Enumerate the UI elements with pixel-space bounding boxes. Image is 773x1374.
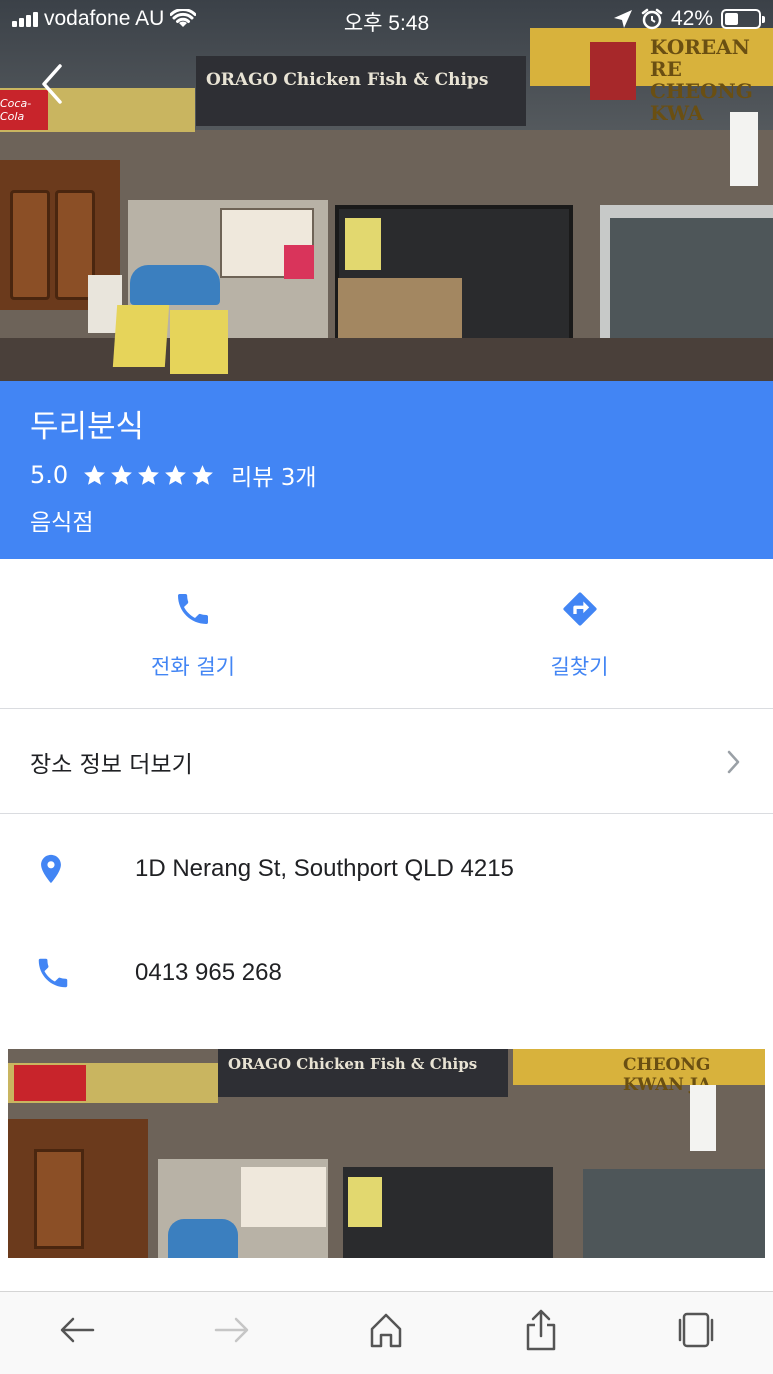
call-label: 전화 걸기 bbox=[151, 655, 235, 679]
more-info-label: 장소 정보 더보기 bbox=[30, 751, 193, 778]
shop-sign: ORAGO Chicken Fish & Chips bbox=[218, 1049, 508, 1097]
phone-row[interactable]: 0413 965 268 bbox=[0, 921, 773, 1025]
back-arrow-icon bbox=[61, 1317, 95, 1343]
battery-fill bbox=[725, 13, 739, 25]
status-right: 42% bbox=[613, 7, 765, 31]
storefront-scene: Coca-Cola ORAGO Chicken Fish & Chips KOR… bbox=[0, 0, 773, 381]
review-count[interactable]: 리뷰 3개 bbox=[231, 458, 316, 492]
lamp bbox=[690, 1085, 716, 1151]
browser-back-button[interactable] bbox=[47, 1300, 107, 1360]
back-button[interactable] bbox=[36, 60, 72, 108]
menu-poster bbox=[284, 245, 314, 279]
location-pin-icon bbox=[41, 854, 61, 884]
phone-number: 0413 965 268 bbox=[135, 959, 282, 986]
browser-forward-button[interactable] bbox=[202, 1300, 262, 1360]
rating-value: 5.0 bbox=[30, 461, 69, 489]
call-button[interactable]: 전화 걸기 bbox=[0, 559, 386, 708]
door bbox=[10, 190, 50, 300]
star-icon bbox=[165, 464, 187, 485]
browser-home-button[interactable] bbox=[356, 1300, 416, 1360]
forward-arrow-icon bbox=[214, 1317, 249, 1343]
battery-tip bbox=[762, 16, 765, 23]
rating-row[interactable]: 5.0 리뷰 3개 bbox=[30, 457, 743, 493]
directions-icon bbox=[562, 592, 597, 626]
star-icon bbox=[192, 464, 214, 485]
place-category: 음식점 bbox=[30, 510, 94, 536]
browser-toolbar bbox=[0, 1291, 773, 1374]
chevron-left-icon bbox=[42, 64, 62, 104]
place-photo-thumbnail[interactable]: ORAGO Chicken Fish & Chips CHEONG KWAN J… bbox=[8, 1049, 765, 1258]
star-icon bbox=[138, 464, 160, 485]
directions-label: 길찾기 bbox=[550, 655, 609, 679]
alarm-icon bbox=[641, 8, 663, 30]
battery-icon bbox=[721, 9, 765, 29]
sandwich-board bbox=[112, 305, 170, 367]
shop-glass bbox=[583, 1169, 765, 1258]
home-icon bbox=[371, 1313, 402, 1348]
sandwich-board bbox=[170, 310, 228, 374]
phone-icon bbox=[38, 958, 68, 988]
phone-icon bbox=[178, 594, 208, 624]
sign-right: CHEONG KWAN JA bbox=[513, 1049, 765, 1095]
place-info: 두리분식 5.0 리뷰 3개 음식점 bbox=[0, 381, 773, 559]
more-info-row[interactable]: 장소 정보 더보기 bbox=[0, 710, 773, 814]
share-icon bbox=[526, 1309, 556, 1351]
people bbox=[168, 1219, 238, 1258]
address-icon-wrap bbox=[0, 849, 135, 889]
directions-button[interactable]: 길찾기 bbox=[386, 559, 773, 708]
door bbox=[34, 1149, 84, 1249]
browser-tabs-button[interactable] bbox=[666, 1300, 726, 1360]
action-bar: 전화 걸기 길찾기 bbox=[0, 559, 773, 709]
star-icon bbox=[84, 464, 106, 485]
wood-panel bbox=[338, 278, 462, 346]
people bbox=[130, 265, 220, 305]
star-icon bbox=[111, 464, 133, 485]
window-poster bbox=[348, 1177, 382, 1227]
star-rating bbox=[82, 463, 215, 488]
browser-share-button[interactable] bbox=[511, 1300, 571, 1360]
address-text: 1D Nerang St, Southport QLD 4215 bbox=[135, 855, 514, 882]
place-name: 두리분식 bbox=[30, 409, 145, 445]
shop-sign: ORAGO Chicken Fish & Chips bbox=[196, 56, 526, 126]
lamp bbox=[730, 112, 758, 186]
status-bar: vodafone AU 오후 5:48 42% bbox=[0, 0, 773, 40]
chevron-right-icon bbox=[727, 750, 740, 773]
address-row[interactable]: 1D Nerang St, Southport QLD 4215 bbox=[0, 817, 773, 921]
brand-logo bbox=[590, 42, 636, 100]
window-poster bbox=[345, 218, 381, 270]
tabs-icon bbox=[678, 1312, 713, 1348]
phone-icon-wrap bbox=[0, 954, 135, 992]
place-photo[interactable]: Coca-Cola ORAGO Chicken Fish & Chips KOR… bbox=[0, 0, 773, 381]
location-arrow-icon bbox=[613, 10, 632, 28]
menu-board bbox=[241, 1167, 326, 1227]
coke-sign bbox=[14, 1065, 86, 1101]
battery-percent: 42% bbox=[670, 7, 713, 30]
